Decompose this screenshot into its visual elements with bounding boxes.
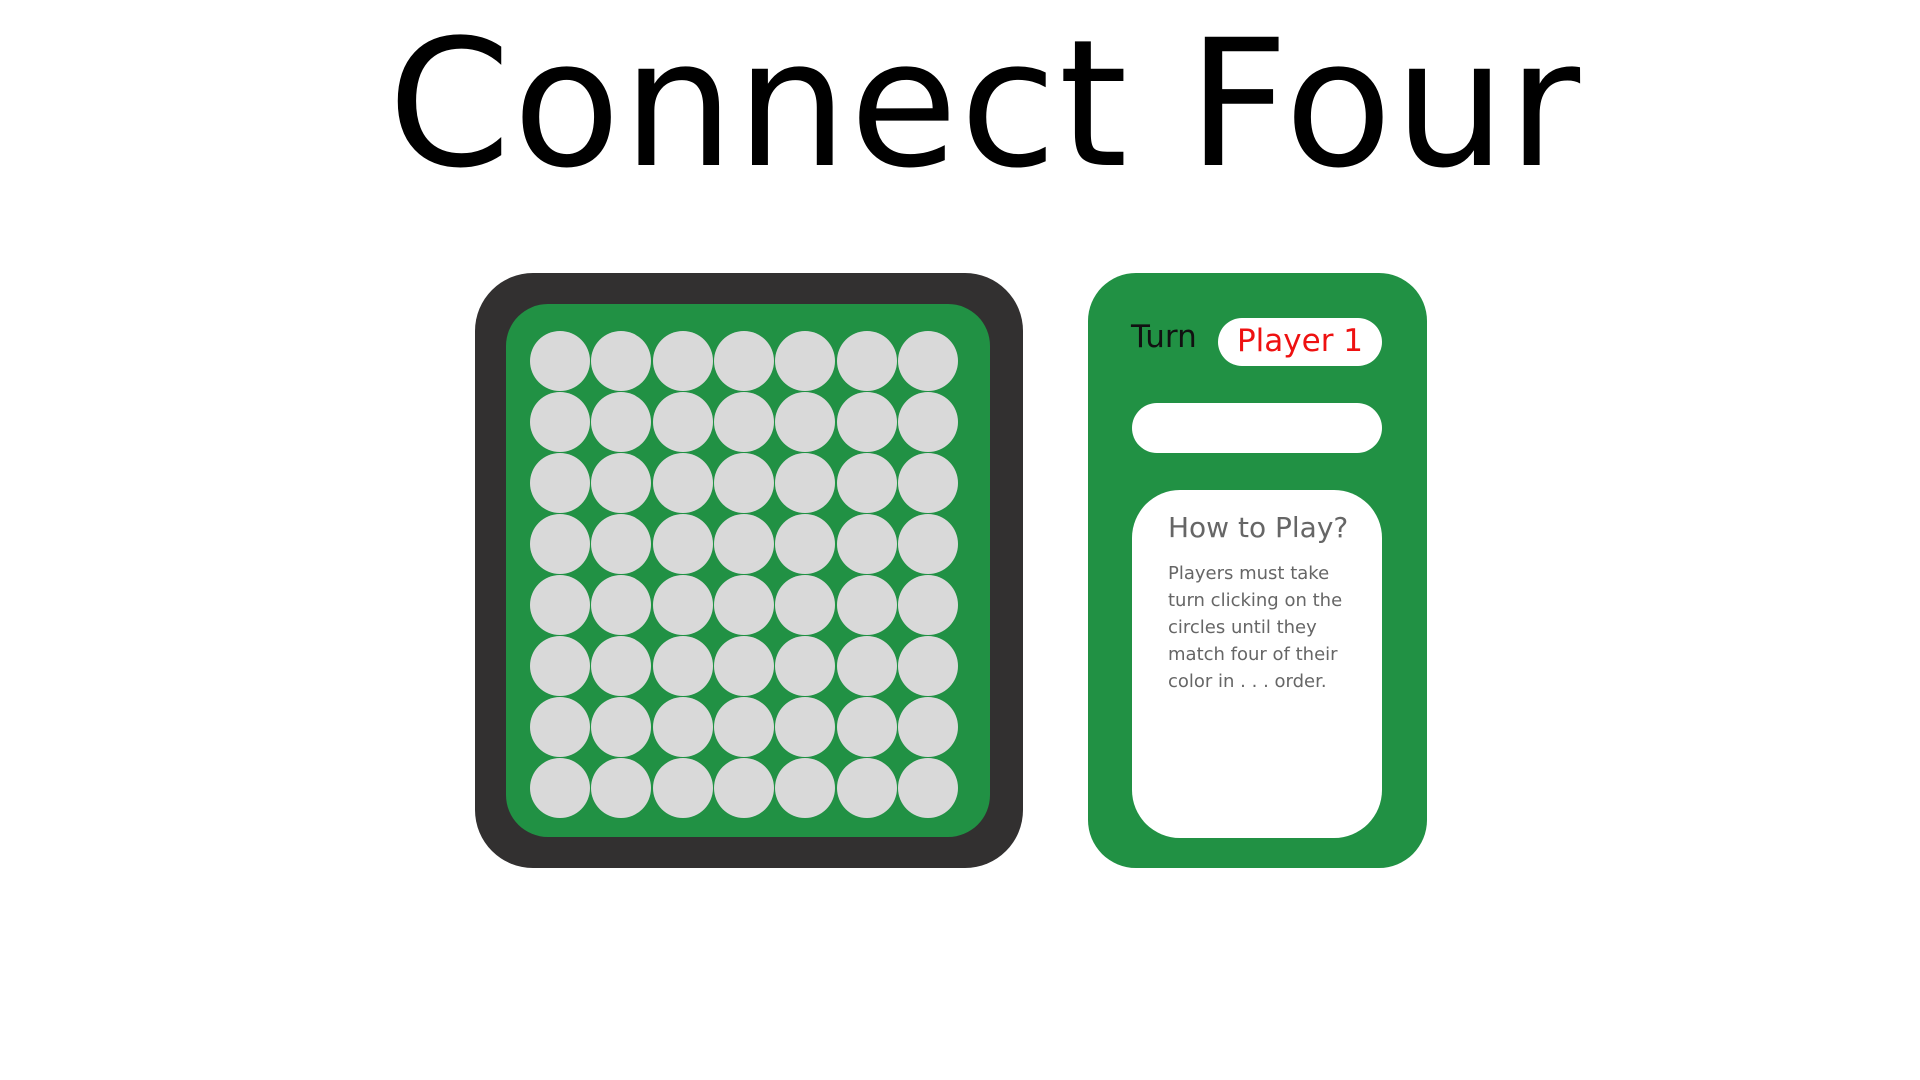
board-slot[interactable] — [713, 758, 774, 818]
board-slot[interactable] — [713, 697, 774, 757]
board-slot[interactable] — [591, 636, 652, 696]
board-slot[interactable] — [775, 453, 836, 513]
game-board-frame — [475, 273, 1023, 868]
board-slot[interactable] — [652, 331, 713, 391]
board-slot[interactable] — [836, 575, 897, 635]
board-slot[interactable] — [530, 331, 590, 391]
board-slot[interactable] — [897, 758, 958, 818]
board-slot[interactable] — [836, 453, 897, 513]
board-slot[interactable] — [775, 514, 836, 574]
how-to-play-card: How to Play? Players must take turn clic… — [1132, 490, 1382, 838]
board-slot[interactable] — [591, 453, 652, 513]
board-slot[interactable] — [652, 453, 713, 513]
board-slot[interactable] — [775, 392, 836, 452]
board-slot[interactable] — [530, 453, 590, 513]
board-slot[interactable] — [591, 575, 652, 635]
game-page: Connect Four Turn Player 1 How to Play? … — [0, 0, 1920, 1080]
board-slot[interactable] — [591, 392, 652, 452]
board-slot[interactable] — [897, 331, 958, 391]
board-slot[interactable] — [713, 575, 774, 635]
board-slot[interactable] — [713, 392, 774, 452]
board-slot[interactable] — [591, 697, 652, 757]
board-slot[interactable] — [591, 758, 652, 818]
board-slot[interactable] — [652, 392, 713, 452]
how-to-play-title: How to Play? — [1168, 511, 1349, 544]
board-slot[interactable] — [897, 453, 958, 513]
board-slot[interactable] — [897, 575, 958, 635]
board-slot[interactable] — [652, 575, 713, 635]
board-slot[interactable] — [836, 331, 897, 391]
board-slot[interactable] — [652, 514, 713, 574]
board-slot[interactable] — [591, 514, 652, 574]
status-panel: Turn Player 1 How to Play? Players must … — [1088, 273, 1427, 868]
turn-label: Turn — [1131, 319, 1197, 355]
board-slot[interactable] — [775, 636, 836, 696]
board-slot[interactable] — [836, 514, 897, 574]
board-slot[interactable] — [713, 453, 774, 513]
board-slot[interactable] — [591, 331, 652, 391]
board-slot[interactable] — [897, 697, 958, 757]
board-slot[interactable] — [652, 697, 713, 757]
board-slot[interactable] — [530, 575, 590, 635]
board-slot[interactable] — [530, 636, 590, 696]
board-slot[interactable] — [836, 392, 897, 452]
board-slot[interactable] — [652, 758, 713, 818]
board-slot[interactable] — [897, 514, 958, 574]
board-slot[interactable] — [713, 636, 774, 696]
page-title: Connect Four — [387, 2, 1583, 207]
board-slot[interactable] — [836, 636, 897, 696]
board-slot[interactable] — [775, 331, 836, 391]
board-slot[interactable] — [897, 636, 958, 696]
board-slot[interactable] — [897, 392, 958, 452]
board-slot[interactable] — [530, 514, 590, 574]
board-slot[interactable] — [713, 514, 774, 574]
current-player-badge: Player 1 — [1218, 318, 1382, 366]
board-slot[interactable] — [652, 636, 713, 696]
game-board — [506, 304, 990, 837]
board-slot[interactable] — [836, 758, 897, 818]
board-slot[interactable] — [836, 697, 897, 757]
board-slot[interactable] — [530, 392, 590, 452]
board-slot[interactable] — [713, 331, 774, 391]
board-slot[interactable] — [775, 697, 836, 757]
game-message-box — [1132, 403, 1382, 453]
board-slot[interactable] — [775, 758, 836, 818]
board-slot[interactable] — [530, 758, 590, 818]
board-slot[interactable] — [775, 575, 836, 635]
how-to-play-text: Players must take turn clicking on the c… — [1168, 563, 1343, 692]
board-slot[interactable] — [530, 697, 590, 757]
